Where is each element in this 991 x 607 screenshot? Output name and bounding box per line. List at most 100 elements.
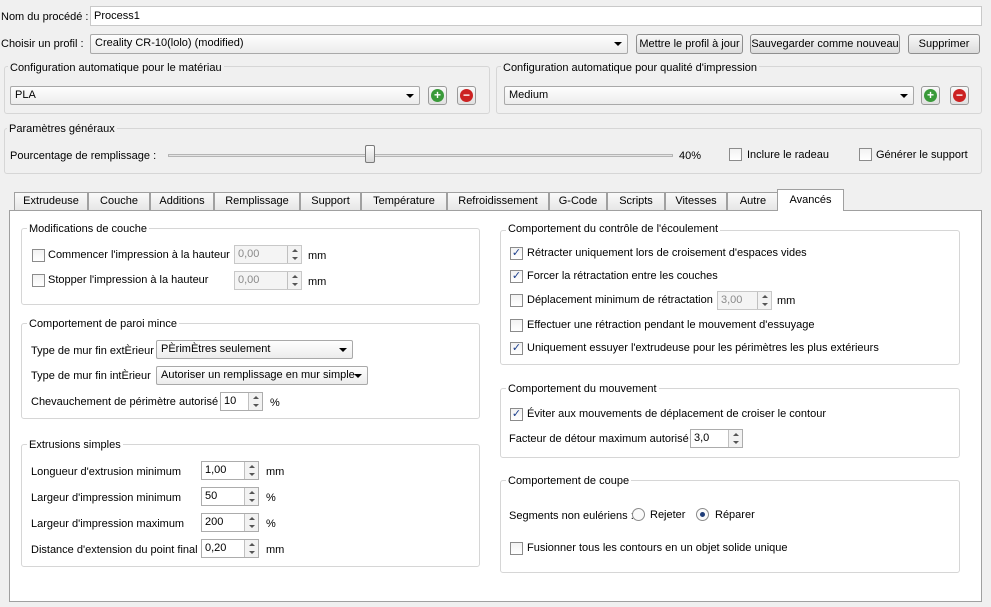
add-quality-button[interactable]: + bbox=[921, 86, 940, 105]
spin-arrows-icon[interactable] bbox=[244, 514, 258, 531]
min-retract-travel-label: Déplacement minimum de rétractation bbox=[527, 294, 713, 306]
start-height-value: 0,00 bbox=[238, 248, 260, 260]
flow-title: Comportement du contrôle de l'écoulement bbox=[506, 222, 720, 236]
spin-arrows-icon[interactable] bbox=[244, 462, 258, 479]
start-height-checkbox[interactable] bbox=[32, 249, 45, 262]
profile-select[interactable]: Creality CR-10(lolo) (modified) bbox=[90, 34, 628, 54]
start-height-unit: mm bbox=[308, 250, 327, 262]
spin-arrows-icon[interactable] bbox=[287, 246, 301, 263]
min-extrusion-length-label: Longueur d'extrusion minimum bbox=[31, 466, 182, 478]
tab-autre[interactable]: Autre bbox=[727, 192, 779, 210]
thin-wall-title: Comportement de paroi mince bbox=[27, 317, 179, 331]
tab-couche[interactable]: Couche bbox=[88, 192, 150, 210]
spin-arrows-icon[interactable] bbox=[757, 292, 771, 309]
wipe-outer-perimeters-checkbox[interactable]: ✓ bbox=[510, 342, 523, 355]
quality-select[interactable]: Medium bbox=[504, 86, 914, 105]
reject-label: Rejeter bbox=[650, 509, 686, 521]
remove-quality-button[interactable]: − bbox=[950, 86, 969, 105]
add-material-button[interactable]: + bbox=[428, 86, 447, 105]
spin-arrows-icon[interactable] bbox=[287, 272, 301, 289]
delete-profile-button[interactable]: Supprimer bbox=[908, 34, 980, 54]
chevron-down-icon bbox=[614, 42, 622, 46]
layer-mods-title: Modifications de couche bbox=[27, 222, 150, 236]
quality-group-title: Configuration automatique pour qualité d… bbox=[501, 61, 760, 75]
process-name-input[interactable]: Process1 bbox=[90, 6, 982, 26]
force-retract-layers-label: Forcer la rétractation entre les couches bbox=[527, 270, 718, 282]
plus-icon: + bbox=[431, 89, 444, 102]
min-print-width-input[interactable]: 50 bbox=[201, 487, 259, 506]
infill-label: Pourcentage de remplissage : bbox=[10, 150, 157, 162]
min-extrusion-length-input[interactable]: 1,00 bbox=[201, 461, 259, 480]
merge-contours-checkbox[interactable] bbox=[510, 542, 523, 555]
min-extrusion-length-unit: mm bbox=[266, 466, 285, 478]
movement-title: Comportement du mouvement bbox=[506, 382, 659, 396]
non-eulerian-label: Segments non eulériens : bbox=[509, 510, 634, 522]
overlap-input[interactable]: 10 bbox=[220, 392, 263, 411]
tab-additions[interactable]: Additions bbox=[150, 192, 214, 210]
chevron-down-icon bbox=[900, 94, 908, 98]
max-print-width-unit: % bbox=[266, 518, 276, 530]
tab-gcode[interactable]: G-Code bbox=[549, 192, 607, 210]
support-label: Générer le support bbox=[876, 149, 968, 161]
retract-on-crossing-checkbox[interactable]: ✓ bbox=[510, 247, 523, 260]
stop-height-checkbox[interactable] bbox=[32, 274, 45, 287]
start-height-input[interactable]: 0,00 bbox=[234, 245, 302, 264]
tab-extrudeuse[interactable]: Extrudeuse bbox=[14, 192, 88, 210]
stop-height-input[interactable]: 0,00 bbox=[234, 271, 302, 290]
tab-scripts[interactable]: Scripts bbox=[607, 192, 665, 210]
chevron-down-icon bbox=[339, 348, 347, 352]
tab-temperature[interactable]: Température bbox=[361, 192, 447, 210]
spin-arrows-icon[interactable] bbox=[728, 430, 742, 447]
overlap-value: 10 bbox=[224, 395, 237, 407]
min-retract-travel-checkbox[interactable] bbox=[510, 294, 523, 307]
repair-radio[interactable] bbox=[696, 508, 709, 521]
slicing-title: Comportement de coupe bbox=[506, 474, 632, 488]
infill-slider-handle[interactable] bbox=[365, 145, 375, 163]
save-as-new-button[interactable]: Sauvegarder comme nouveau bbox=[750, 34, 900, 54]
retract-while-wiping-checkbox[interactable] bbox=[510, 319, 523, 332]
radio-selected-dot bbox=[700, 512, 705, 517]
spin-arrows-icon[interactable] bbox=[244, 540, 258, 557]
layer-mods-group bbox=[21, 228, 480, 305]
detour-factor-input[interactable]: 3,0 bbox=[690, 429, 743, 448]
merge-contours-label: Fusionner tous les contours en un objet … bbox=[527, 542, 788, 554]
max-print-width-input[interactable]: 200 bbox=[201, 513, 259, 532]
infill-slider-track[interactable] bbox=[168, 154, 673, 157]
tab-remplissage[interactable]: Remplissage bbox=[214, 192, 300, 210]
force-retract-layers-checkbox[interactable]: ✓ bbox=[510, 270, 523, 283]
tab-support[interactable]: Support bbox=[300, 192, 361, 210]
outer-wall-label: Type de mur fin extÈrieur bbox=[31, 345, 154, 357]
outer-wall-select[interactable]: PÈrimÈtres seulement bbox=[156, 340, 353, 359]
slicing-group bbox=[500, 480, 960, 573]
support-checkbox[interactable] bbox=[859, 148, 872, 161]
tab-vitesses[interactable]: Vitesses bbox=[665, 192, 727, 210]
infill-value: 40% bbox=[679, 150, 702, 162]
stop-height-unit: mm bbox=[308, 276, 327, 288]
inner-wall-select[interactable]: Autoriser un remplissage en mur simple bbox=[156, 366, 368, 385]
endpoint-extension-input[interactable]: 0,20 bbox=[201, 539, 259, 558]
tab-avances[interactable]: Avancés bbox=[777, 189, 844, 211]
overlap-unit: % bbox=[270, 397, 280, 409]
remove-material-button[interactable]: − bbox=[457, 86, 476, 105]
reject-radio[interactable] bbox=[632, 508, 645, 521]
material-select-value: PLA bbox=[15, 89, 36, 101]
advanced-tab-panel: Modifications de couche Commencer l'impr… bbox=[9, 210, 982, 602]
avoid-crossing-checkbox[interactable]: ✓ bbox=[510, 408, 523, 421]
retract-while-wiping-label: Effectuer une rétraction pendant le mouv… bbox=[527, 319, 815, 331]
raft-checkbox[interactable] bbox=[729, 148, 742, 161]
spin-arrows-icon[interactable] bbox=[244, 488, 258, 505]
quality-select-value: Medium bbox=[509, 89, 549, 101]
plus-icon: + bbox=[924, 89, 937, 102]
max-print-width-value: 200 bbox=[205, 516, 224, 528]
endpoint-extension-label: Distance d'extension du point final bbox=[31, 544, 198, 556]
chevron-down-icon bbox=[406, 94, 414, 98]
material-select[interactable]: PLA bbox=[10, 86, 420, 105]
start-height-label: Commencer l'impression à la hauteur bbox=[48, 249, 230, 261]
min-retract-travel-input[interactable]: 3,00 bbox=[717, 291, 772, 310]
update-profile-button[interactable]: Mettre le profil à jour bbox=[636, 34, 743, 54]
min-print-width-unit: % bbox=[266, 492, 276, 504]
spin-arrows-icon[interactable] bbox=[248, 393, 262, 410]
tab-refroidissement[interactable]: Refroidissement bbox=[447, 192, 549, 210]
retract-on-crossing-label: Rétracter uniquement lors de croisement … bbox=[527, 247, 807, 259]
endpoint-extension-value: 0,20 bbox=[205, 542, 227, 554]
